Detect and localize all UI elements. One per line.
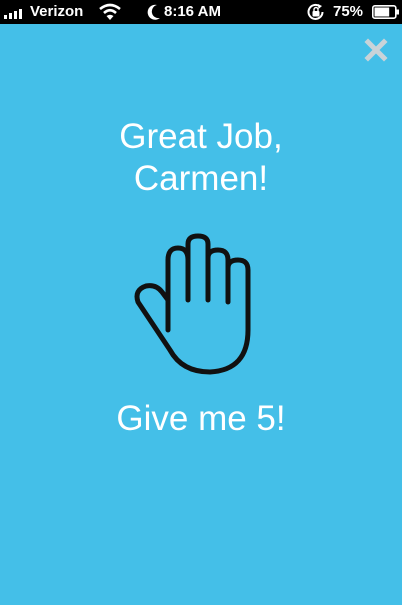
congratulations-message: Great Job, Carmen! [0,116,402,200]
close-icon [364,38,388,62]
rotation-lock-icon [307,3,324,20]
greeting-line: Great Job, [119,117,283,156]
carrier-name: Verizon [30,3,84,20]
battery-percentage: 75% [333,3,364,20]
user-name-line: Carmen! [133,159,269,198]
raised-hand-icon [134,233,251,375]
moon-icon [147,4,160,20]
give-me-five-button[interactable]: Give me 5! [0,398,402,440]
clock-time: 8:16 AM [164,3,221,20]
signal-bars-icon [4,7,26,19]
battery-icon [372,5,399,19]
status-bar: Verizon 8:16 AM 75% [0,0,402,24]
high-five-screen: Verizon 8:16 AM 75% Great Job, Carmen! G… [0,0,402,605]
wifi-icon [99,3,121,20]
close-button[interactable] [362,36,390,64]
